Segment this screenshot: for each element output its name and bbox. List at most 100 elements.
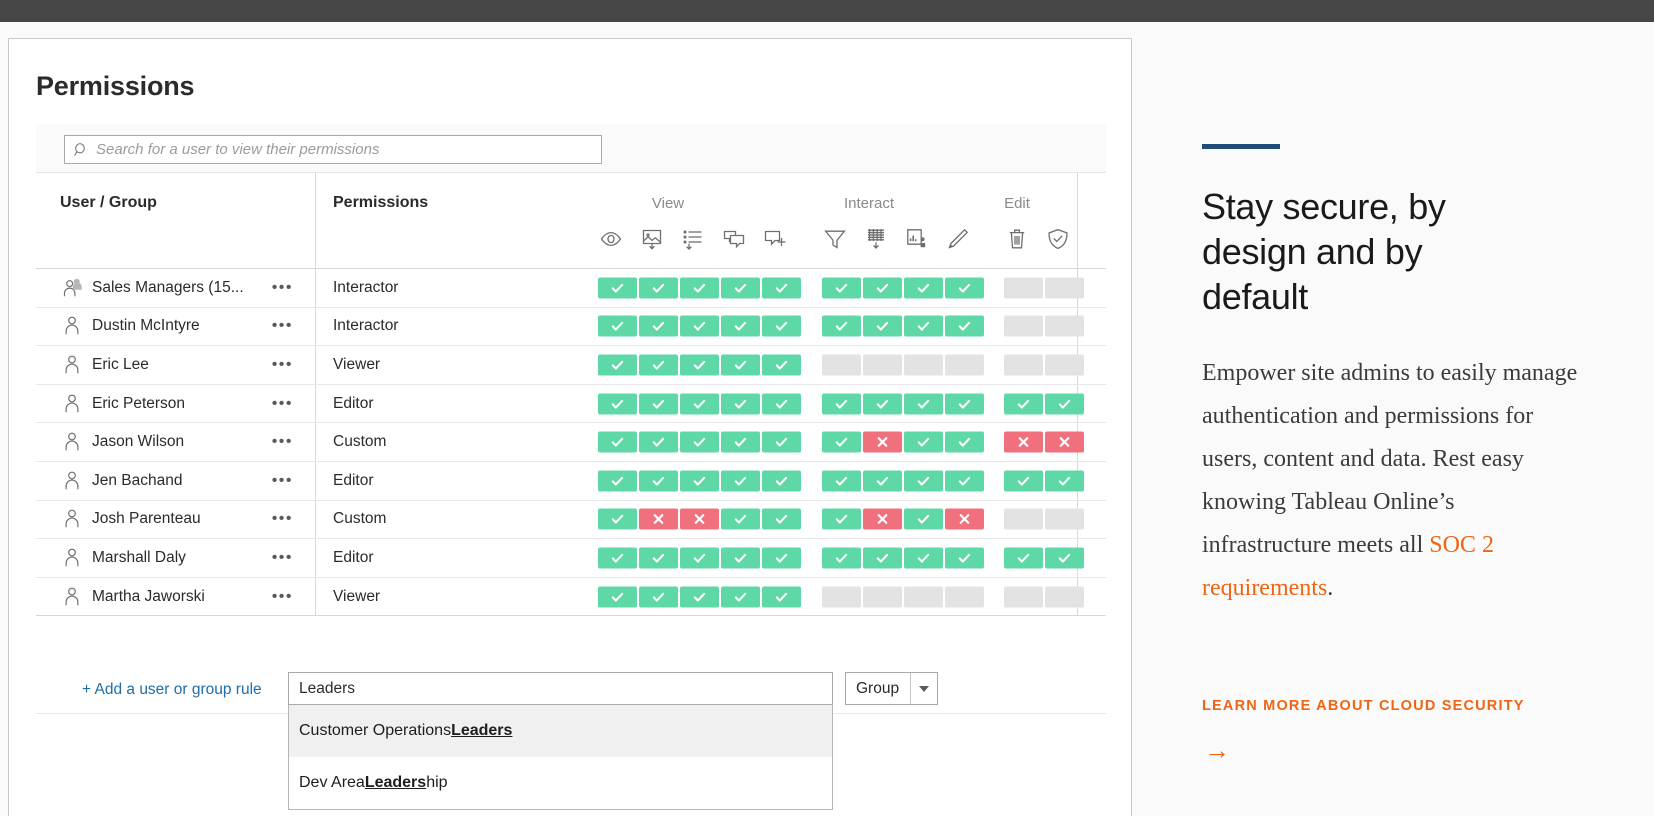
permission-chip-interact-2[interactable] xyxy=(863,470,902,492)
search-input[interactable]: Search for a user to view their permissi… xyxy=(64,135,602,164)
row-actions-menu[interactable]: ••• xyxy=(272,549,293,566)
permission-chip-view-1[interactable] xyxy=(598,431,637,453)
permission-chip-interact-2[interactable] xyxy=(863,277,902,299)
table-row[interactable]: Eric Lee ••• Viewer xyxy=(36,346,1106,385)
permission-chip-view-5[interactable] xyxy=(762,354,801,376)
permission-chip-interact-1[interactable] xyxy=(822,508,861,530)
list-item[interactable]: Customer Operations Leaders xyxy=(289,705,832,757)
permission-chip-view-4[interactable] xyxy=(721,315,760,337)
permission-chip-view-2[interactable] xyxy=(639,508,678,530)
permission-chip-view-3[interactable] xyxy=(680,431,719,453)
row-actions-menu[interactable]: ••• xyxy=(272,588,293,605)
table-row[interactable]: Jason Wilson ••• Custom xyxy=(36,423,1106,462)
row-actions-menu[interactable]: ••• xyxy=(272,511,293,527)
permission-chip-view-1[interactable] xyxy=(598,547,637,569)
row-actions-menu[interactable]: ••• xyxy=(272,279,293,296)
permission-chip-interact-4[interactable] xyxy=(945,470,984,492)
permission-chip-view-4[interactable] xyxy=(721,470,760,492)
permission-chip-interact-4[interactable] xyxy=(945,277,984,299)
permission-chip-edit-1[interactable] xyxy=(1004,431,1043,453)
permission-chip-interact-4[interactable] xyxy=(945,393,984,415)
shield-check-icon[interactable] xyxy=(1045,225,1071,253)
permission-chip-view-3[interactable] xyxy=(680,393,719,415)
permission-chip-view-4[interactable] xyxy=(721,508,760,530)
permission-chip-view-4[interactable] xyxy=(721,393,760,415)
permission-chip-interact-3[interactable] xyxy=(904,315,943,337)
rule-type-select[interactable]: Group xyxy=(845,672,938,705)
table-row[interactable]: Dustin McIntyre ••• Interactor xyxy=(36,307,1106,347)
permission-chip-edit-1[interactable] xyxy=(1004,393,1043,415)
permission-chip-interact-2[interactable] xyxy=(863,431,902,453)
permission-chip-interact-1[interactable] xyxy=(822,547,861,569)
permission-chip-interact-2[interactable] xyxy=(863,315,902,337)
trash-icon[interactable] xyxy=(1004,225,1030,253)
permission-chip-interact-4[interactable] xyxy=(945,431,984,453)
permission-chip-interact-3[interactable] xyxy=(904,470,943,492)
permission-chip-view-2[interactable] xyxy=(639,315,678,337)
permission-chip-view-3[interactable] xyxy=(680,508,719,530)
table-row[interactable]: Martha Jaworski ••• Viewer xyxy=(36,577,1106,617)
permission-chip-view-1[interactable] xyxy=(598,315,637,337)
learn-more-link[interactable]: LEARN MORE ABOUT CLOUD SECURITY xyxy=(1202,698,1525,714)
table-row[interactable]: Eric Peterson ••• Editor xyxy=(36,384,1106,424)
permission-chip-view-1[interactable] xyxy=(598,277,637,299)
web-edit-icon[interactable] xyxy=(904,225,930,253)
permission-chip-interact-3[interactable] xyxy=(904,393,943,415)
permission-chip-view-5[interactable] xyxy=(762,393,801,415)
permission-chip-view-1[interactable] xyxy=(598,354,637,376)
add-user-or-group-rule-link[interactable]: + Add a user or group rule xyxy=(82,681,262,699)
row-actions-menu[interactable]: ••• xyxy=(272,356,293,373)
permission-chip-interact-2[interactable] xyxy=(863,586,902,608)
permission-chip-view-3[interactable] xyxy=(680,354,719,376)
permission-chip-view-1[interactable] xyxy=(598,393,637,415)
permission-chip-interact-1[interactable] xyxy=(822,431,861,453)
permission-chip-interact-2[interactable] xyxy=(863,354,902,376)
permission-chip-interact-3[interactable] xyxy=(904,586,943,608)
permission-chip-edit-1[interactable] xyxy=(1004,470,1043,492)
permission-chip-interact-1[interactable] xyxy=(822,354,861,376)
permission-chip-view-5[interactable] xyxy=(762,508,801,530)
permission-chip-view-5[interactable] xyxy=(762,547,801,569)
filter-icon[interactable] xyxy=(822,225,848,253)
permission-chip-interact-2[interactable] xyxy=(863,393,902,415)
permission-chip-view-1[interactable] xyxy=(598,470,637,492)
permission-chip-view-2[interactable] xyxy=(639,354,678,376)
permission-chip-edit-1[interactable] xyxy=(1004,277,1043,299)
permission-chip-interact-2[interactable] xyxy=(863,547,902,569)
permission-chip-interact-3[interactable] xyxy=(904,508,943,530)
chevron-down-icon[interactable] xyxy=(910,673,937,704)
autocomplete-dropdown[interactable]: Customer Operations Leaders Dev Area Lea… xyxy=(288,705,833,810)
permission-chip-view-4[interactable] xyxy=(721,277,760,299)
permission-chip-view-1[interactable] xyxy=(598,586,637,608)
permission-chip-interact-1[interactable] xyxy=(822,586,861,608)
permission-chip-view-3[interactable] xyxy=(680,315,719,337)
permission-chip-view-2[interactable] xyxy=(639,393,678,415)
permission-chip-view-1[interactable] xyxy=(598,508,637,530)
row-actions-menu[interactable]: ••• xyxy=(272,318,293,334)
permission-chip-view-3[interactable] xyxy=(680,547,719,569)
data-download-icon[interactable] xyxy=(863,225,889,253)
permission-chip-interact-1[interactable] xyxy=(822,315,861,337)
permission-chip-interact-3[interactable] xyxy=(904,547,943,569)
permission-chip-view-2[interactable] xyxy=(639,277,678,299)
list-download-icon[interactable] xyxy=(680,225,706,253)
permission-chip-view-5[interactable] xyxy=(762,277,801,299)
row-actions-menu[interactable]: ••• xyxy=(272,472,293,489)
permission-chip-interact-4[interactable] xyxy=(945,508,984,530)
permission-chip-interact-4[interactable] xyxy=(945,315,984,337)
permission-chip-view-4[interactable] xyxy=(721,547,760,569)
permission-chip-view-5[interactable] xyxy=(762,431,801,453)
permission-chip-interact-1[interactable] xyxy=(822,393,861,415)
permission-chip-edit-1[interactable] xyxy=(1004,586,1043,608)
table-row[interactable]: Jen Bachand ••• Editor xyxy=(36,461,1106,501)
permission-chip-interact-1[interactable] xyxy=(822,470,861,492)
permission-chip-edit-1[interactable] xyxy=(1004,547,1043,569)
permission-chip-interact-3[interactable] xyxy=(904,277,943,299)
eye-icon[interactable] xyxy=(598,225,624,253)
permission-chip-view-2[interactable] xyxy=(639,470,678,492)
permission-chip-interact-3[interactable] xyxy=(904,431,943,453)
table-row[interactable]: Josh Parenteau ••• Custom xyxy=(36,500,1106,540)
permission-chip-interact-1[interactable] xyxy=(822,277,861,299)
arrow-right-icon[interactable]: → xyxy=(1204,737,1230,763)
permission-chip-view-3[interactable] xyxy=(680,470,719,492)
